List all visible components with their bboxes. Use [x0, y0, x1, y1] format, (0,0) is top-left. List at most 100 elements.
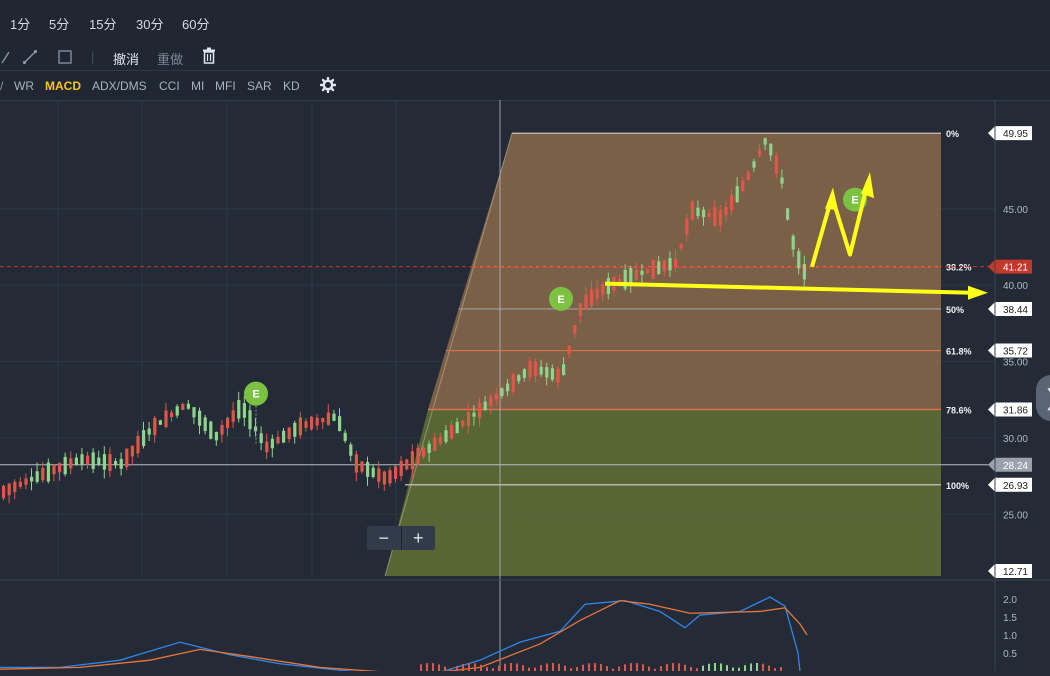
timeframe-5min[interactable]: 5分 [49, 14, 69, 33]
candle-body [466, 411, 470, 426]
candle-body [125, 448, 129, 467]
candle-body [489, 396, 493, 407]
candle-body [86, 455, 90, 465]
price-tag-label: 49.95 [1003, 129, 1028, 140]
candle-body [590, 289, 594, 306]
candle-body [679, 244, 683, 249]
diagonal-line-icon[interactable] [22, 48, 38, 66]
candle-body [338, 416, 342, 432]
candle-body [349, 444, 353, 456]
macd-histogram-bar [534, 667, 536, 671]
macd-histogram-bar [726, 665, 728, 671]
macd-axis-tick: 0.5 [1003, 649, 1017, 660]
redo-button[interactable]: 重做 [157, 49, 183, 68]
candle-body [528, 360, 532, 378]
macd-histogram-bar [552, 663, 554, 671]
timeframe-30min[interactable]: 30分 [136, 14, 163, 33]
candle-body [287, 427, 291, 440]
macd-histogram-bar [516, 663, 518, 671]
zoom-out-button[interactable]: − [367, 526, 401, 550]
indicator-wr[interactable]: WR [14, 79, 34, 93]
candle-body [668, 258, 672, 271]
candle-body [203, 417, 207, 431]
macd-histogram-bar [486, 667, 488, 671]
candle-body [746, 172, 750, 180]
trash-icon[interactable] [202, 47, 216, 65]
candle-body [433, 437, 437, 451]
price-chart[interactable]: 0% 38.2% 50% 61.8% 78.6% 100% E E E 49.95 41.21 38.… [0, 100, 1050, 676]
macd-histogram-bar [468, 663, 470, 671]
undo-button[interactable]: 撤消 [113, 49, 139, 68]
candle-body [119, 458, 123, 469]
candle-body [685, 219, 689, 235]
candle-body [13, 481, 17, 492]
macd-histogram-bar [780, 667, 782, 671]
macd-histogram-bar [588, 663, 590, 671]
candle-body [606, 277, 610, 294]
chevron-right-icon[interactable]: ❯ [1036, 375, 1050, 421]
candle-body [114, 461, 118, 466]
indicator-macd[interactable]: MACD [45, 79, 81, 93]
annotation-arrowhead [968, 285, 988, 300]
macd-histogram-bar [480, 664, 482, 671]
price-tag-label: 41.21 [1003, 263, 1028, 274]
candle-body [52, 465, 56, 475]
event-marker-label: E [557, 294, 564, 306]
timeframe-15min[interactable]: 15分 [89, 14, 116, 33]
price-axis-tick: 25.00 [1003, 510, 1028, 521]
macd-histogram-bar [750, 663, 752, 671]
candle-body [674, 258, 678, 267]
candle-body [69, 458, 73, 469]
macd-histogram-bar [564, 665, 566, 671]
macd-histogram-bar [720, 663, 722, 671]
rectangle-icon[interactable] [57, 48, 73, 66]
candle-body [377, 468, 381, 482]
candle-body [382, 471, 386, 485]
chart-area[interactable]: 0% 38.2% 50% 61.8% 78.6% 100% E E E 49.95 41.21 38.… [0, 100, 1050, 676]
candle-body [517, 375, 521, 382]
indicator-cci[interactable]: CCI [159, 79, 180, 93]
candle-body [130, 445, 134, 457]
fib-upper-zone [428, 133, 941, 410]
candle-body [360, 461, 364, 472]
candle-body [573, 325, 577, 334]
macd-histogram-bar [582, 664, 584, 671]
candle-body [394, 466, 398, 479]
candle-body [321, 418, 325, 423]
timeframe-60min[interactable]: 60分 [182, 14, 209, 33]
candle-body [63, 456, 67, 475]
candle-body [405, 459, 409, 470]
zoom-in-button[interactable]: + [400, 526, 436, 550]
candle-body [226, 417, 230, 429]
candle-body [310, 416, 314, 430]
indicator-mi[interactable]: MI [191, 79, 204, 93]
candle-body [640, 270, 644, 275]
gear-icon[interactable] [320, 77, 336, 93]
indicator-kd[interactable]: KD [283, 79, 300, 93]
candle-body [30, 476, 34, 482]
candle-body [634, 270, 638, 280]
indicator-sar[interactable]: SAR [247, 79, 272, 93]
candle-body [315, 417, 319, 426]
fib-level-label: 0% [946, 129, 959, 139]
candle-body [74, 457, 78, 465]
macd-histogram-bar [660, 666, 662, 671]
timeframe-1min[interactable]: 1分 [10, 14, 30, 33]
candle-body [142, 430, 146, 447]
candle-body [147, 428, 151, 435]
candle-body [646, 269, 650, 274]
partial-tool-icon[interactable] [0, 49, 12, 65]
indicator-mfi[interactable]: MFI [215, 79, 236, 93]
macd-histogram-bar [558, 663, 560, 671]
macd-histogram-bar [672, 663, 674, 671]
candle-body [97, 457, 101, 465]
candle-body [696, 207, 700, 217]
macd-histogram-bar [642, 664, 644, 671]
candle-body [18, 481, 22, 487]
candle-body [270, 438, 274, 449]
indicator-adx-dms[interactable]: ADX/DMS [92, 79, 147, 93]
candle-body [242, 403, 246, 418]
candle-body [735, 186, 739, 203]
macd-histogram-bar [438, 664, 440, 671]
candle-body [791, 235, 795, 250]
